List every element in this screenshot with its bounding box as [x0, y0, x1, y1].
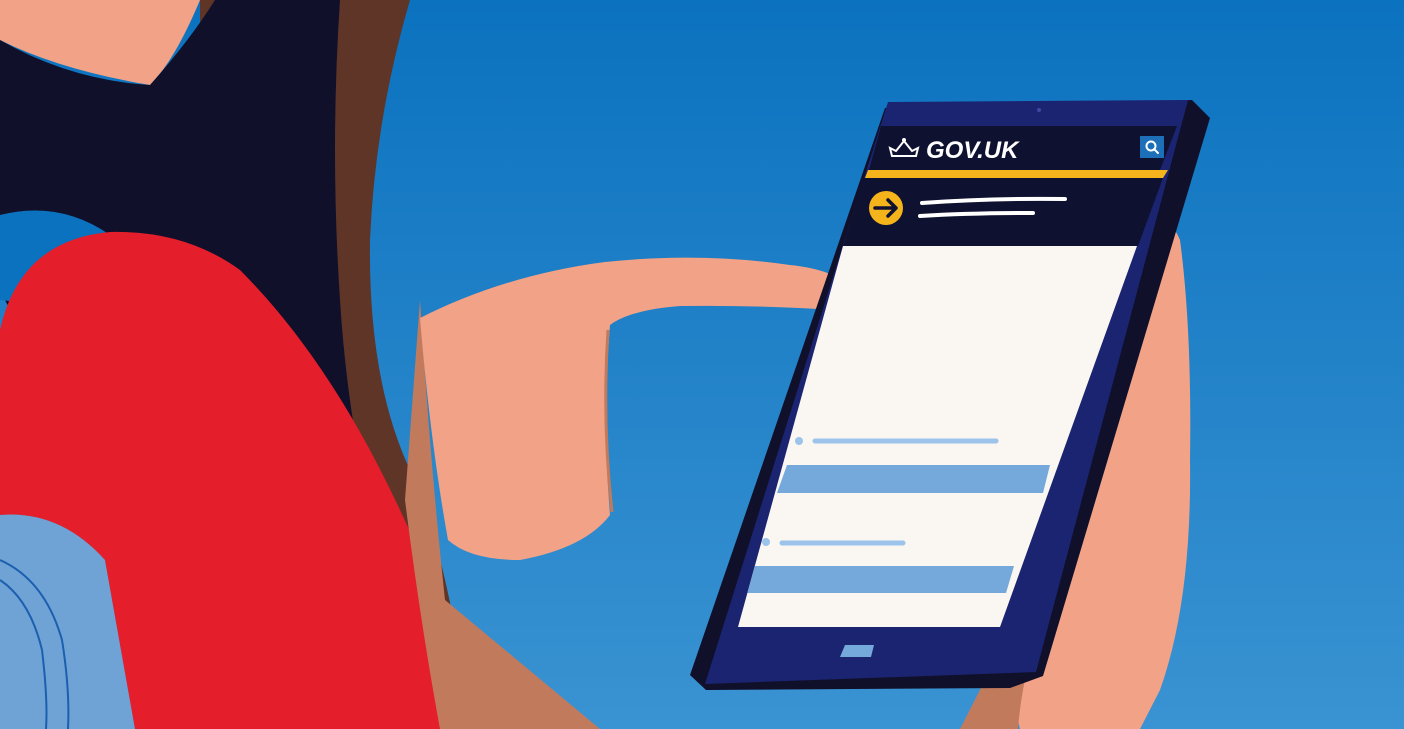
list-bullet [762, 538, 770, 546]
home-button[interactable] [840, 645, 874, 657]
gov-title: GOV.UK [926, 137, 1020, 164]
search-button[interactable] [1140, 136, 1164, 158]
content-block [777, 465, 1050, 493]
camera-dot [1037, 108, 1041, 112]
list-bullet [795, 437, 803, 445]
content-block [739, 566, 1014, 593]
search-button-bg[interactable] [1140, 136, 1164, 158]
illustration: GOV.UK [0, 0, 1404, 729]
accent-stripe [865, 170, 1168, 178]
gov-header [869, 126, 1177, 170]
scene: GOV.UK [0, 0, 1404, 729]
